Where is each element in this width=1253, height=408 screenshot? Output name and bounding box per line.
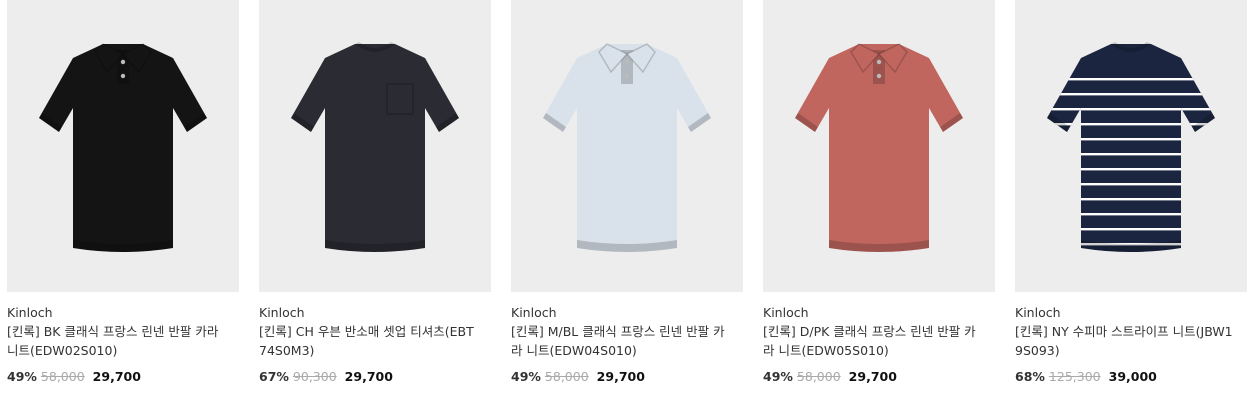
stripe xyxy=(1047,78,1215,81)
price-row: 49% 58,000 29,700 xyxy=(511,369,645,384)
shirt-image xyxy=(795,43,963,252)
price-row: 68% 125,300 39,000 xyxy=(1015,369,1157,384)
product-brand[interactable]: Kinloch xyxy=(511,305,557,320)
stripe xyxy=(1047,168,1215,171)
stripe xyxy=(1047,228,1215,231)
product-grid: Kinloch [킨록] BK 클래식 프랑스 린넨 반팔 카라 니트(EDW0… xyxy=(0,0,1253,408)
original-price: 125,300 xyxy=(1048,369,1101,384)
product-brand[interactable]: Kinloch xyxy=(763,305,809,320)
button xyxy=(624,73,630,79)
shirt-image xyxy=(543,43,711,252)
product-image[interactable] xyxy=(511,0,743,292)
discount-rate: 49% xyxy=(763,369,793,384)
stripe xyxy=(1047,93,1215,96)
price-row: 49% 58,000 29,700 xyxy=(7,369,141,384)
button xyxy=(120,73,126,79)
product-brand[interactable]: Kinloch xyxy=(259,305,305,320)
stripe xyxy=(1047,213,1215,216)
sale-price: 29,700 xyxy=(596,369,645,384)
button xyxy=(876,73,882,79)
original-price: 58,000 xyxy=(796,369,841,384)
product-brand[interactable]: Kinloch xyxy=(1015,305,1061,320)
shirt-body xyxy=(291,44,459,252)
product-brand[interactable]: Kinloch xyxy=(7,305,53,320)
sale-price: 29,700 xyxy=(344,369,393,384)
stripe xyxy=(1047,198,1215,201)
product-name[interactable]: [킨록] NY 수피마 스트라이프 니트(JBW19S093) xyxy=(1015,322,1237,360)
shirt-image xyxy=(39,43,207,252)
stripe xyxy=(1047,153,1215,156)
product-card[interactable]: Kinloch [킨록] D/PK 클래식 프랑스 린넨 반팔 카라 니트(ED… xyxy=(763,0,995,408)
product-name[interactable]: [킨록] CH 우븐 반소매 셋업 티셔츠(EBT74S0M3) xyxy=(259,322,481,360)
sale-price: 39,000 xyxy=(1108,369,1157,384)
sale-price: 29,700 xyxy=(848,369,897,384)
stripe xyxy=(1047,183,1215,186)
product-image[interactable] xyxy=(7,0,239,292)
button xyxy=(876,59,882,65)
product-image[interactable] xyxy=(763,0,995,292)
product-card[interactable]: Kinloch [킨록] NY 수피마 스트라이프 니트(JBW19S093) … xyxy=(1015,0,1247,408)
discount-rate: 49% xyxy=(511,369,541,384)
product-card[interactable]: Kinloch [킨록] BK 클래식 프랑스 린넨 반팔 카라 니트(EDW0… xyxy=(7,0,239,408)
discount-rate: 49% xyxy=(7,369,37,384)
shirt-image xyxy=(291,42,459,252)
product-name[interactable]: [킨록] D/PK 클래식 프랑스 린넨 반팔 카라 니트(EDW05S010) xyxy=(763,322,985,360)
shirt-image xyxy=(1047,42,1215,252)
stripe xyxy=(1047,138,1215,141)
product-card[interactable]: Kinloch [킨록] M/BL 클래식 프랑스 린넨 반팔 카라 니트(ED… xyxy=(511,0,743,408)
button xyxy=(120,59,126,65)
button xyxy=(624,59,630,65)
product-name[interactable]: [킨록] BK 클래식 프랑스 린넨 반팔 카라 니트(EDW02S010) xyxy=(7,322,229,360)
product-card[interactable]: Kinloch [킨록] CH 우븐 반소매 셋업 티셔츠(EBT74S0M3)… xyxy=(259,0,491,408)
product-image[interactable] xyxy=(1015,0,1247,292)
discount-rate: 67% xyxy=(259,369,289,384)
stripe xyxy=(1047,108,1215,111)
shirt-body xyxy=(1047,44,1215,252)
discount-rate: 68% xyxy=(1015,369,1045,384)
original-price: 90,300 xyxy=(292,369,337,384)
original-price: 58,000 xyxy=(40,369,85,384)
original-price: 58,000 xyxy=(544,369,589,384)
price-row: 67% 90,300 29,700 xyxy=(259,369,393,384)
sale-price: 29,700 xyxy=(92,369,141,384)
product-name[interactable]: [킨록] M/BL 클래식 프랑스 린넨 반팔 카라 니트(EDW04S010) xyxy=(511,322,733,360)
price-row: 49% 58,000 29,700 xyxy=(763,369,897,384)
product-image[interactable] xyxy=(259,0,491,292)
